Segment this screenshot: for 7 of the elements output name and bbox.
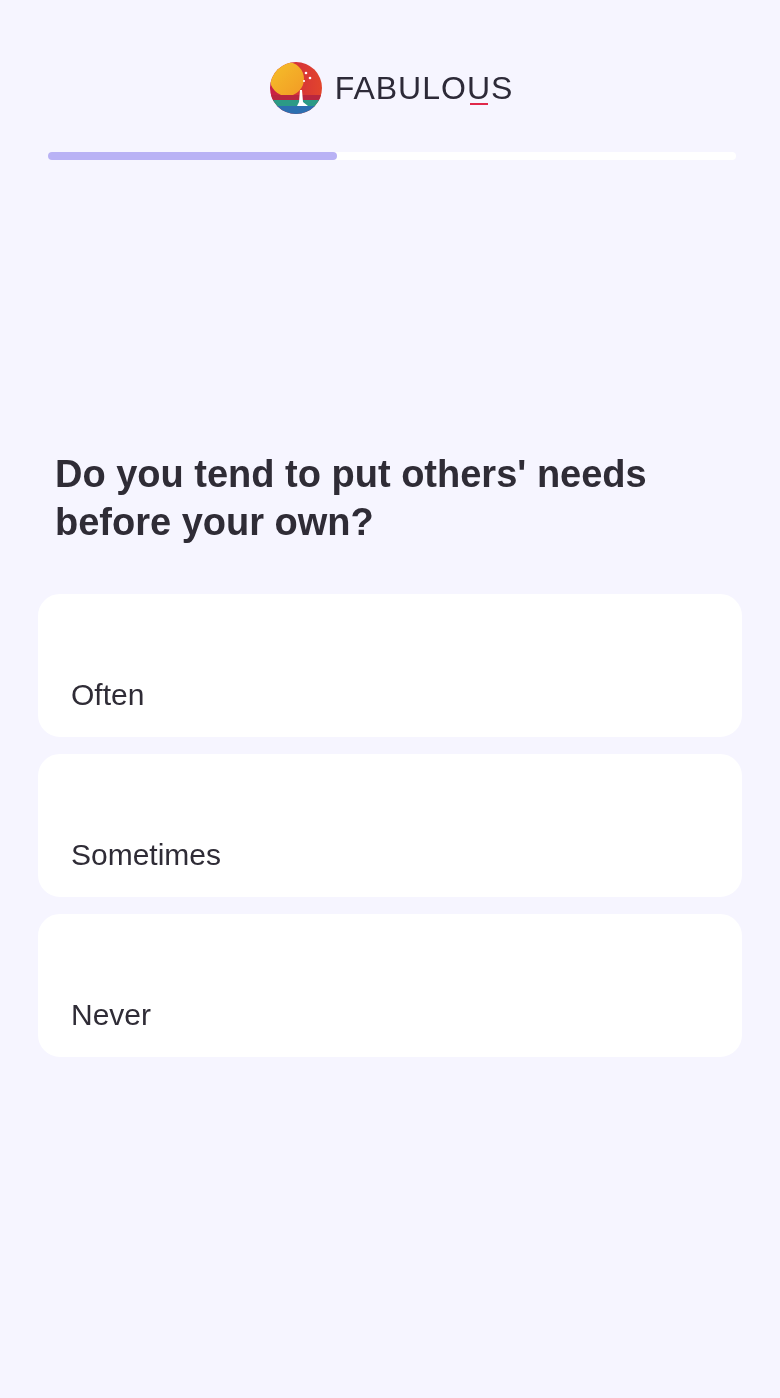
- answer-option[interactable]: Often: [38, 594, 742, 737]
- question-text: Do you tend to put others' needs before your own?: [55, 452, 648, 545]
- logo-wordmark: FABULOUS: [334, 74, 514, 102]
- sunset-logo-icon: [269, 62, 322, 114]
- accent-underline: [470, 103, 489, 105]
- answer-option[interactable]: Never: [38, 914, 742, 1057]
- answer-option[interactable]: Sometimes: [38, 754, 742, 897]
